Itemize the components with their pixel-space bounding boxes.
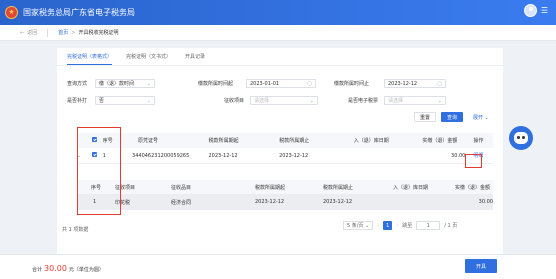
- chevron-down-icon: ⌄: [437, 98, 442, 104]
- query-type-label: 查询方式: [67, 81, 88, 87]
- query-button[interactable]: 查询: [441, 112, 463, 122]
- print-mark-label: 是否补打: [67, 98, 88, 104]
- table-row[interactable]: ⌄ 1 344046231200059265 2023-12-12 2023-1…: [77, 148, 493, 164]
- back-button[interactable]: ← 返回: [20, 29, 37, 37]
- next-page-icon[interactable]: ›: [396, 223, 398, 229]
- expand-link[interactable]: 展开 ⌄: [473, 114, 489, 121]
- chevron-down-icon: ⌄: [309, 98, 314, 104]
- tax-type-select[interactable]: 请选择 ⌄: [250, 96, 318, 105]
- breadcrumb-bar: ← 返回 首页 > 开具税收完税证明: [0, 25, 556, 41]
- highlight-box: [77, 127, 121, 215]
- e-tax-select[interactable]: 请选择 ⌄: [384, 96, 446, 105]
- highlight-box: [465, 154, 482, 168]
- calendar-icon: ▢: [307, 81, 312, 87]
- menu-icon[interactable]: ☰: [541, 6, 548, 15]
- prev-page-icon[interactable]: ‹: [377, 223, 379, 229]
- tax-start-label: 缴款所属时间起: [198, 81, 234, 87]
- detail-subtable: 序号 征收项目 征收品目 税款所属期起 税款所属期止 入（退）库日期 实缴（退）…: [77, 180, 493, 210]
- tax-end-label: 缴款所属时间止: [334, 81, 370, 87]
- page-size-select[interactable]: 5 条/页 ⌄: [343, 221, 374, 230]
- tax-end-input[interactable]: 2023-12-12 ▢: [384, 79, 446, 88]
- back-arrow-icon: ←: [20, 29, 25, 36]
- print-mark-select[interactable]: 否 ⌄: [95, 96, 155, 105]
- calendar-icon: ▢: [437, 81, 442, 87]
- page-number-current[interactable]: 1: [383, 221, 393, 230]
- user-avatar-icon[interactable]: [523, 4, 537, 17]
- tax-bureau-logo: ★: [5, 6, 18, 19]
- assistant-robot-icon[interactable]: [509, 126, 533, 150]
- query-type-select[interactable]: 缴（退）款时间 ⌄: [95, 79, 155, 88]
- total-amount: 合计 30.00 元（单位为圆）: [32, 264, 104, 273]
- certificate-table: 序号 原凭证号 税款所属期起 税款所属期止 入（退）库日期 实缴（退）金额 操作…: [77, 133, 493, 164]
- subtable-row: 1 印花税 经济合同 2023-12-12 2023-12-12 30.00: [77, 194, 493, 210]
- pagination: 5 条/页 ⌄ ‹ 1 › 跳至 1 / 1 页: [343, 221, 457, 230]
- table-header: 序号 原凭证号 税款所属期起 税款所属期止 入（退）库日期 实缴（退）金额 操作: [77, 133, 493, 148]
- chevron-down-icon: ⌄: [146, 81, 151, 87]
- tab-document-certificate[interactable]: 完税证明（文书式）: [126, 53, 171, 65]
- app-title: 国家税务总局广东省电子税务局: [23, 8, 135, 17]
- e-tax-label: 是否电子税票: [348, 98, 379, 104]
- total-count: 共 1 项数据: [62, 227, 89, 233]
- subtable-header: 序号 征收项目 征收品目 税款所属期起 税款所属期止 入（退）库日期 实缴（退）…: [77, 180, 493, 194]
- chevron-down-icon: ⌄: [146, 98, 151, 104]
- tax-type-label: 征收项目: [224, 98, 245, 104]
- tax-start-input[interactable]: 2023-01-01 ▢: [246, 79, 316, 88]
- tab-issue-records[interactable]: 开具记录: [185, 53, 205, 65]
- breadcrumb-current: 开具税收完税证明: [78, 30, 119, 36]
- tab-table-certificate[interactable]: 完税证明（表格式）: [67, 53, 113, 65]
- bottom-bar: 合计 30.00 元（单位为圆） 开具: [0, 254, 556, 279]
- issue-button[interactable]: 开具: [465, 259, 497, 273]
- goto-page-input[interactable]: 1: [416, 221, 441, 230]
- breadcrumb-home[interactable]: 首页: [58, 29, 68, 36]
- reset-button[interactable]: 重置: [414, 112, 436, 122]
- app-header: ★ 国家税务总局广东省电子税务局 ☰: [0, 0, 556, 25]
